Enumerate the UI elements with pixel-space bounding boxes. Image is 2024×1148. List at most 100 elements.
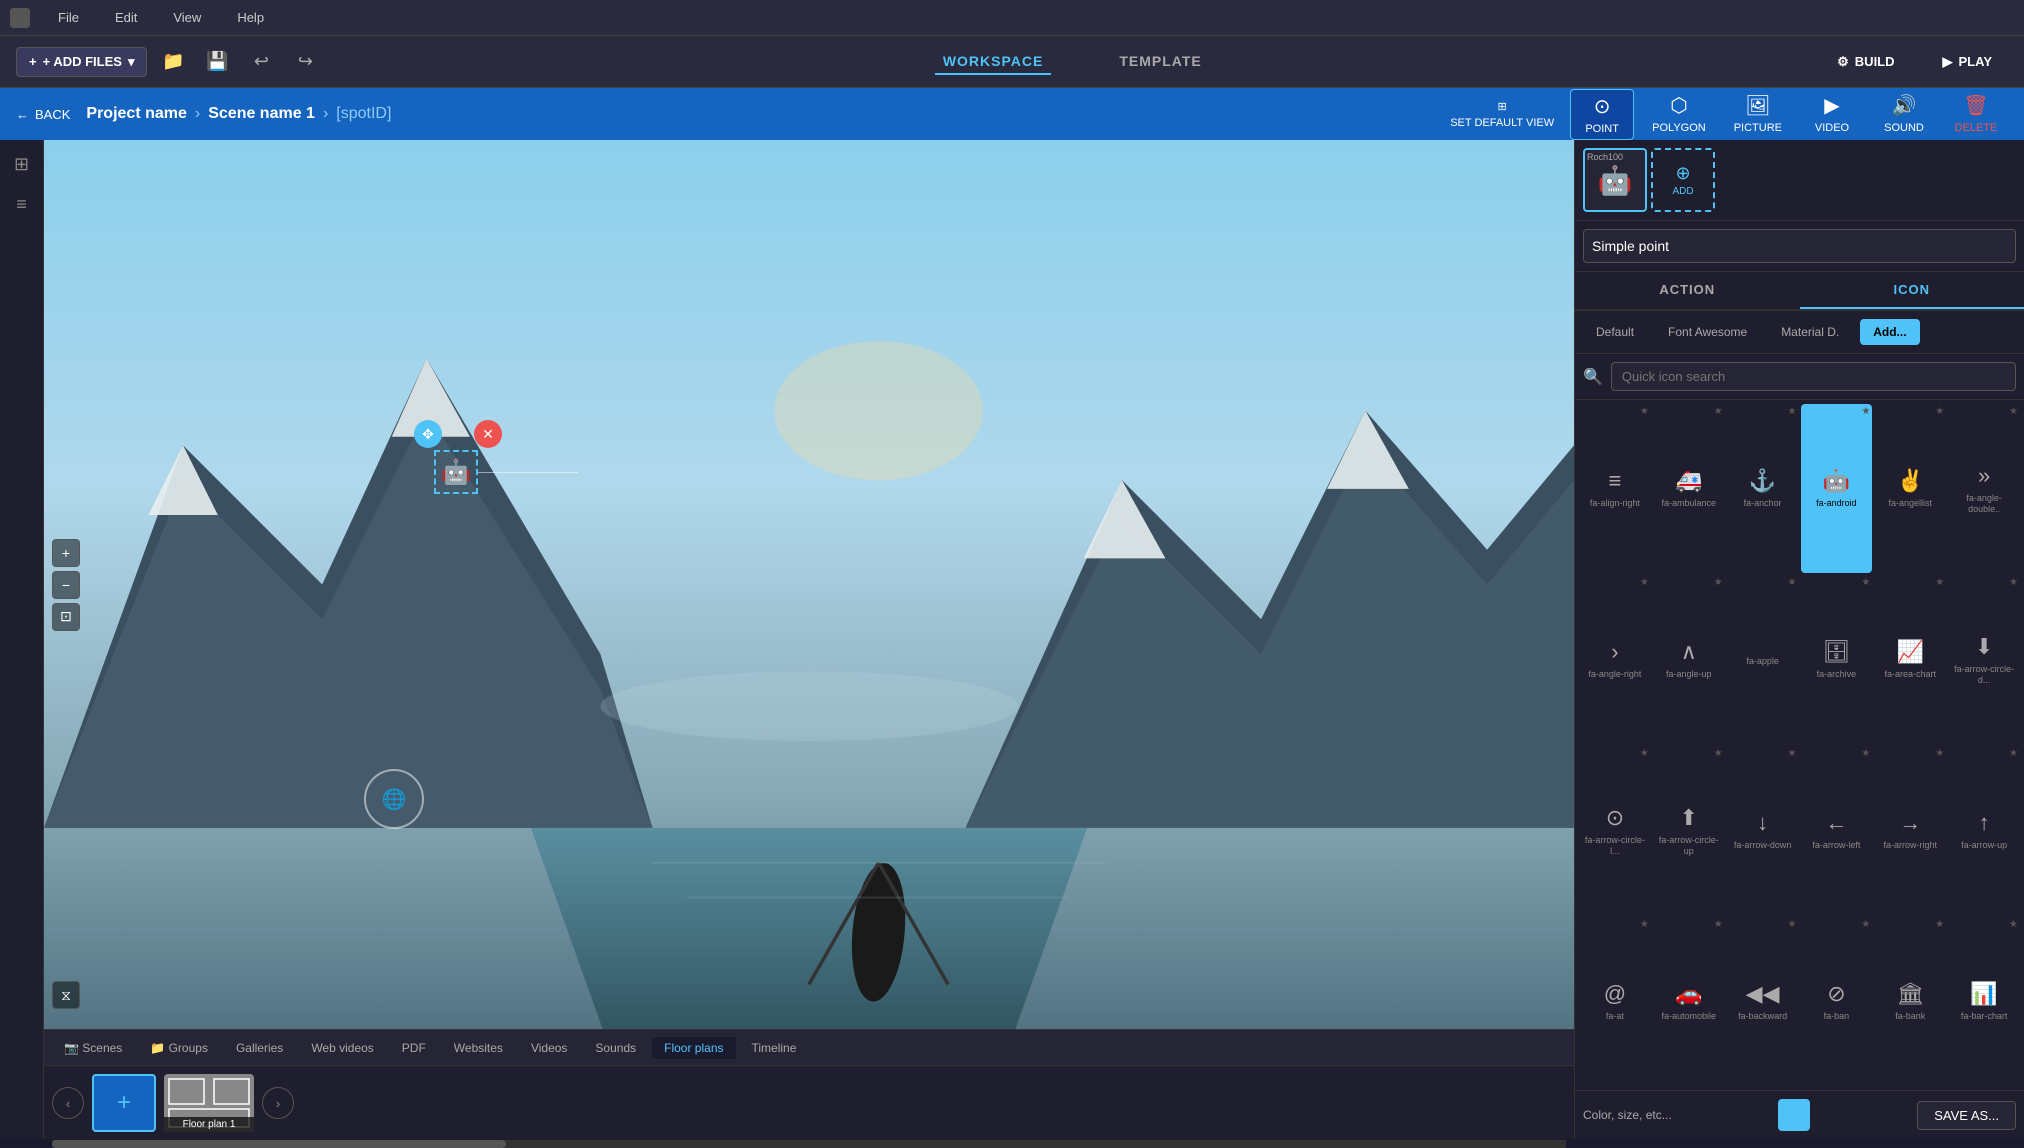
back-button[interactable]: ← BACK (16, 107, 70, 122)
build-icon: ⚙ (1837, 54, 1849, 70)
menu-edit[interactable]: Edit (107, 6, 145, 29)
icon-cell-fa-backward[interactable]: ★ ◀◀ fa-backward (1727, 917, 1799, 1086)
menu-view[interactable]: View (165, 6, 209, 29)
icon-label: fa-arrow-left (1812, 840, 1860, 851)
redo-button[interactable]: ↪ (287, 44, 323, 80)
zoom-fit-button[interactable]: ⊡ (52, 603, 80, 631)
menu-file[interactable]: File (50, 6, 87, 29)
tab-scenes[interactable]: 📷 Scenes (52, 1037, 134, 1059)
icon-cell-fa-angle-right[interactable]: ★ › fa-angle-right (1579, 575, 1651, 744)
icon-cell-fa-automobile[interactable]: ★ 🚗 fa-automobile (1653, 917, 1725, 1086)
tab-pdf[interactable]: PDF (390, 1037, 438, 1059)
breadcrumb-sep-1: › (195, 105, 200, 123)
icon-cell-fa-arrow-down[interactable]: ★ ↓ fa-arrow-down (1727, 746, 1799, 915)
add-files-button[interactable]: + + ADD FILES ▾ (16, 47, 147, 77)
icon-preview-selected[interactable]: Roch100 🤖 (1583, 148, 1647, 212)
tab-timeline[interactable]: Timeline (740, 1037, 809, 1059)
icon-cell-fa-ban[interactable]: ★ ⊘ fa-ban (1801, 917, 1873, 1086)
undo-button[interactable]: ↩ (243, 44, 279, 80)
delete-tool[interactable]: 🗑 DELETE (1944, 89, 2008, 140)
add-floor-plan-button[interactable]: + (92, 1074, 156, 1132)
polygon-label: POLYGON (1652, 122, 1706, 134)
hotspot-move-handle[interactable]: ✥ (414, 420, 442, 448)
icon-label: fa-backward (1738, 1011, 1787, 1022)
point-name-input[interactable] (1583, 229, 2016, 263)
search-input[interactable] (1611, 362, 2016, 391)
point-tool[interactable]: ⊙ POINT (1570, 89, 1634, 140)
icon-cell-fa-area-chart[interactable]: ★ 📈 fa-area-chart (1874, 575, 1946, 744)
tab-galleries[interactable]: Galleries (224, 1037, 295, 1059)
subtab-default[interactable]: Default (1583, 319, 1647, 345)
next-floor-plan-button[interactable]: › (262, 1087, 294, 1119)
tab-sounds[interactable]: Sounds (583, 1037, 648, 1059)
build-button[interactable]: ⚙ BUILD (1821, 48, 1910, 76)
tab-videos[interactable]: Videos (519, 1037, 579, 1059)
prev-floor-plan-button[interactable]: ‹ (52, 1087, 84, 1119)
subtab-fontawesome[interactable]: Font Awesome (1655, 319, 1760, 345)
project-name[interactable]: Project name (86, 105, 186, 123)
icon-cell-fa-arrow-circle-down[interactable]: ★ ⬇ fa-arrow-circle-d... (1948, 575, 2020, 744)
floor-plan-thumbnail[interactable]: Floor plan 1 (164, 1074, 254, 1132)
scenes-sidebar-button[interactable]: ⊞ (6, 148, 38, 180)
icon-cell-fa-anchor[interactable]: ★ ⚓ fa-anchor (1727, 404, 1799, 573)
icon-cell-fa-arrow-up[interactable]: ★ ↑ fa-arrow-up (1948, 746, 2020, 915)
delete-icon: 🗑 (1963, 93, 1988, 118)
icon-cell-fa-android[interactable]: ★ 🤖 fa-android (1801, 404, 1873, 573)
icon-cell-fa-bar-chart[interactable]: ★ 📊 fa-bar-chart (1948, 917, 2020, 1086)
subtab-add[interactable]: Add... (1860, 319, 1919, 345)
tab-websites[interactable]: Websites (442, 1037, 515, 1059)
scene-name[interactable]: Scene name 1 (208, 105, 315, 123)
icon-char: ↑ (1979, 810, 1990, 836)
preview-size-label: Roch100 (1587, 152, 1623, 162)
hotspot-delete-button[interactable]: ✕ (474, 420, 502, 448)
picture-icon: 🖼 (1745, 93, 1770, 118)
icon-cell-fa-align-right[interactable]: ★ ≡ fa-align-right (1579, 404, 1651, 573)
tab-icon[interactable]: ICON (1800, 272, 2024, 309)
icon-cell-fa-arrow-left[interactable]: ★ ← fa-arrow-left (1801, 746, 1873, 915)
set-default-view-button[interactable]: ⊞ SET DEFAULT VIEW (1450, 100, 1554, 129)
save-as-button[interactable]: SAVE AS... (1917, 1101, 2016, 1130)
icon-cell-fa-ambulance[interactable]: ★ 🚑 fa-ambulance (1653, 404, 1725, 573)
subtab-materiald[interactable]: Material D. (1768, 319, 1852, 345)
icon-cell-fa-angle-up[interactable]: ★ ∧ fa-angle-up (1653, 575, 1725, 744)
icon-cell-fa-bank[interactable]: ★ 🏛 fa-bank (1874, 917, 1946, 1086)
tab-webvideos[interactable]: Web videos (299, 1037, 385, 1059)
workspace-tab[interactable]: WORKSPACE (935, 49, 1052, 75)
icon-label: fa-arrow-circle-l... (1583, 835, 1647, 857)
template-tab[interactable]: TEMPLATE (1111, 49, 1209, 75)
polygon-tool[interactable]: ⬡ POLYGON (1642, 89, 1716, 140)
icon-cell-fa-archive[interactable]: ★ 🗄 fa-archive (1801, 575, 1873, 744)
zoom-in-button[interactable]: + (52, 539, 80, 567)
add-floorplan-icon: + (117, 1089, 131, 1117)
icon-cell-fa-angellist[interactable]: ★ ✌ fa-angellist (1874, 404, 1946, 573)
icon-cell-fa-apple[interactable]: ★ fa-apple (1727, 575, 1799, 744)
save-button[interactable]: 💾 (199, 44, 235, 80)
tab-groups[interactable]: 📁 Groups (138, 1037, 220, 1059)
play-button[interactable]: ▶ PLAY (1927, 48, 2008, 76)
star-icon: ★ (1935, 406, 1944, 417)
icon-cell-fa-arrow-right[interactable]: ★ → fa-arrow-right (1874, 746, 1946, 915)
icon-cell-fa-at[interactable]: ★ @ fa-at (1579, 917, 1651, 1086)
bottom-scrollbar[interactable] (52, 1140, 1566, 1148)
menu-help[interactable]: Help (229, 6, 272, 29)
sound-tool[interactable]: 🔊 SOUND (1872, 89, 1936, 140)
add-icon-button[interactable]: ⊕ ADD (1651, 148, 1715, 212)
icon-cell-fa-arrow-circle-up[interactable]: ★ ⬆ fa-arrow-circle-up (1653, 746, 1725, 915)
canvas-viewport[interactable]: ✥ ✕ 🤖 🌐 + − ⊡ ⧖ (44, 140, 1574, 1029)
tab-floorplans[interactable]: Floor plans (652, 1037, 735, 1059)
zoom-out-button[interactable]: − (52, 571, 80, 599)
icon-cell-fa-angle-double[interactable]: ★ » fa-angle-double.. (1948, 404, 2020, 573)
picture-tool[interactable]: 🖼 PICTURE (1724, 89, 1792, 140)
color-picker[interactable] (1778, 1099, 1810, 1131)
video-tool[interactable]: ▶ VIDEO (1800, 89, 1864, 140)
polygon-icon: ⬡ (1670, 93, 1687, 118)
filter-button[interactable]: ⧖ (52, 981, 80, 1009)
icon-char: 🚑 (1675, 468, 1702, 494)
open-folder-button[interactable]: 📁 (155, 44, 191, 80)
world-icon[interactable]: 🌐 (364, 769, 424, 829)
icon-cell-fa-arrow-circle-l[interactable]: ★ ⊙ fa-arrow-circle-l... (1579, 746, 1651, 915)
tab-action[interactable]: ACTION (1575, 272, 1800, 309)
bottom-panel: 📷 Scenes 📁 Groups Galleries Web videos P… (44, 1029, 1574, 1139)
hotspot[interactable]: ✥ ✕ 🤖 (434, 450, 478, 494)
layers-sidebar-button[interactable]: ≡ (6, 188, 38, 220)
